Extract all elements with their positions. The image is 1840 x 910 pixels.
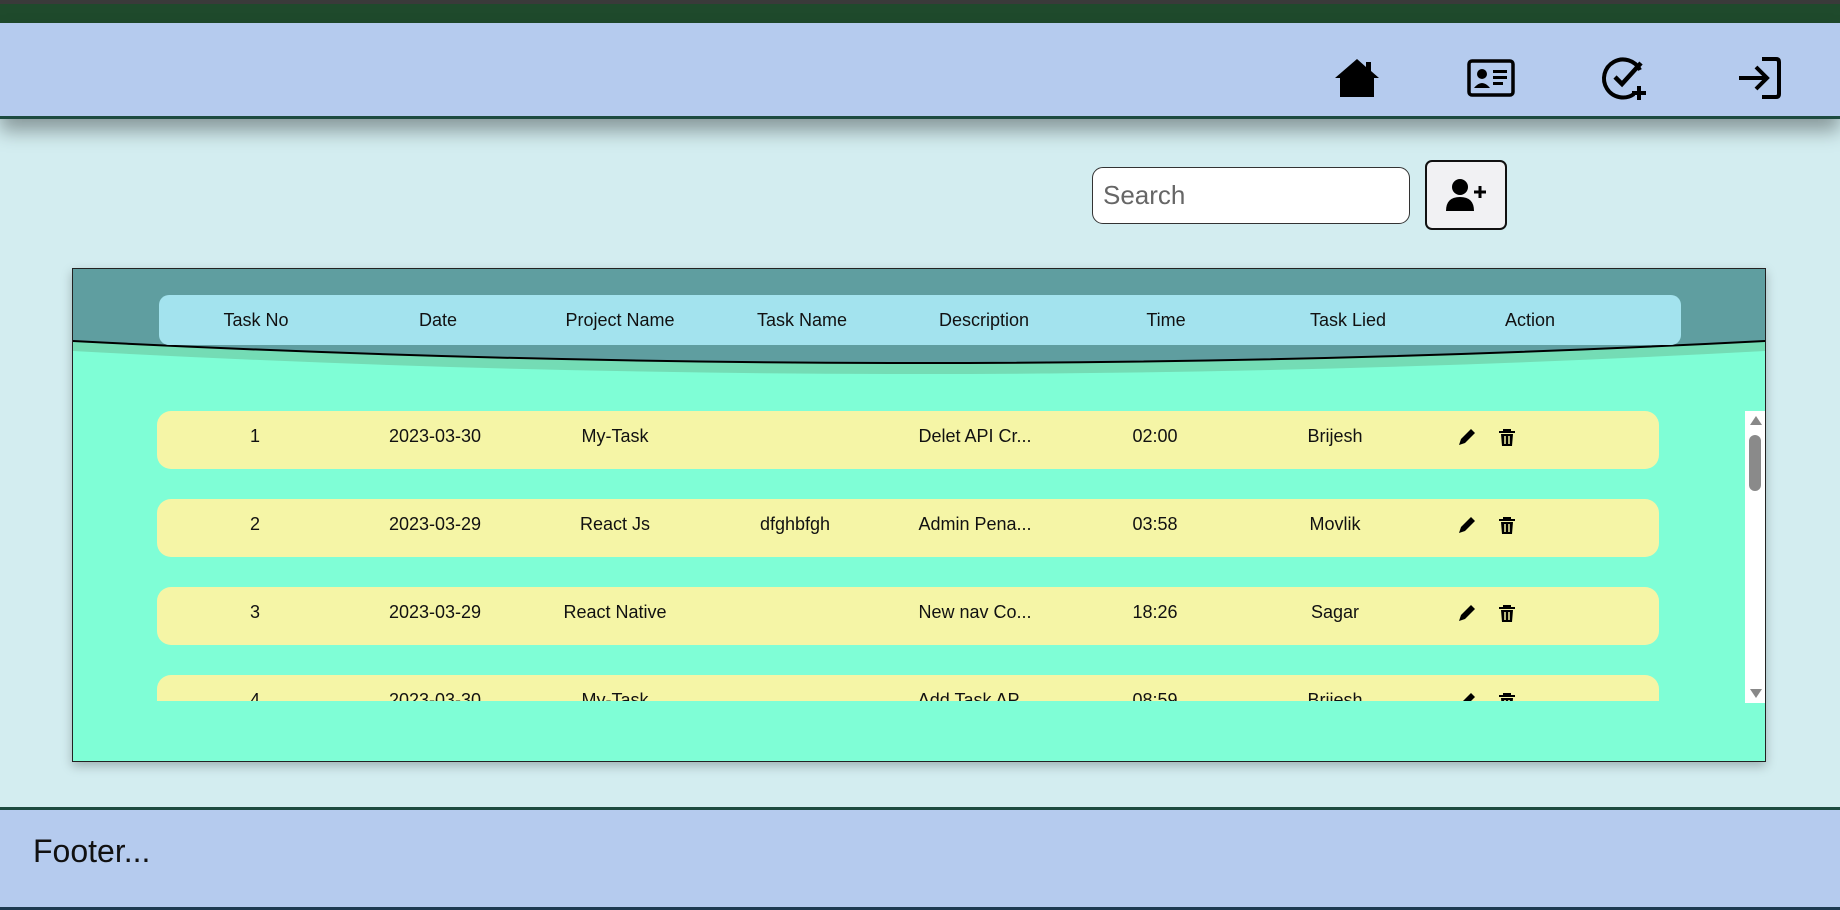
- edit-icon[interactable]: [1457, 603, 1477, 623]
- cell-date: 2023-03-30: [388, 690, 482, 701]
- column-header-description: Description: [938, 310, 1030, 330]
- cell-time: 08:59: [1132, 690, 1178, 701]
- footer-text: Footer...: [33, 833, 151, 869]
- column-header-date: Date: [418, 310, 458, 330]
- cell-task-name: [710, 675, 880, 701]
- cell-project-name: My-Task: [581, 690, 649, 701]
- cell-time: 03:58: [1132, 514, 1178, 534]
- scroll-down-arrow-icon[interactable]: [1750, 689, 1762, 698]
- cell-task-no: 3: [249, 602, 260, 622]
- scrollbar-thumb[interactable]: [1749, 435, 1761, 491]
- contact-card-icon[interactable]: [1466, 53, 1516, 103]
- table-row: 4 2023-03-30 My-Task Add Task AP... 08:5…: [157, 675, 1659, 701]
- login-icon[interactable]: [1734, 53, 1784, 103]
- column-header-action: Action: [1504, 310, 1556, 330]
- table-row: 3 2023-03-29 React Native New nav Co... …: [157, 587, 1659, 645]
- edit-icon[interactable]: [1457, 427, 1477, 447]
- cell-project-name: React Js: [579, 514, 651, 534]
- column-header-time: Time: [1146, 310, 1186, 330]
- table-row: 1 2023-03-30 My-Task Delet API Cr... 02:…: [157, 411, 1659, 469]
- window-top-strip: [0, 0, 1840, 23]
- footer: Footer...: [0, 807, 1840, 910]
- column-header-task-no: Task No: [223, 310, 289, 330]
- delete-icon[interactable]: [1497, 515, 1517, 535]
- cell-task-lead: Sagar: [1310, 602, 1360, 622]
- column-header-task-lead: Task Lied: [1309, 310, 1387, 330]
- cell-date: 2023-03-30: [388, 426, 482, 446]
- table-body: 1 2023-03-30 My-Task Delet API Cr... 02:…: [73, 409, 1747, 701]
- cell-task-lead: Brijesh: [1307, 690, 1363, 701]
- delete-icon[interactable]: [1497, 603, 1517, 623]
- table-scrollbar[interactable]: [1745, 411, 1765, 703]
- cell-description: New nav Co...: [918, 602, 1032, 622]
- user-plus-icon: [1446, 179, 1486, 211]
- cell-date: 2023-03-29: [388, 514, 482, 534]
- table-row: 2 2023-03-29 React Js dfghbfgh Admin Pen…: [157, 499, 1659, 557]
- cell-project-name: React Native: [563, 602, 667, 622]
- table-header-row: Task No Date Project Name Task Name Desc…: [159, 295, 1681, 345]
- cell-task-name: [710, 587, 880, 637]
- cell-task-no: 2: [249, 514, 260, 534]
- top-navbar: [0, 23, 1840, 119]
- cell-description: Add Task AP...: [917, 690, 1033, 701]
- edit-icon[interactable]: [1457, 515, 1477, 535]
- add-task-icon[interactable]: [1600, 53, 1650, 103]
- edit-icon[interactable]: [1457, 691, 1477, 701]
- task-table: Task No Date Project Name Task Name Desc…: [72, 268, 1766, 762]
- cell-task-name: dfghbfgh: [759, 514, 831, 534]
- scroll-up-arrow-icon[interactable]: [1750, 416, 1762, 425]
- cell-task-name: [710, 411, 880, 461]
- cell-task-lead: Brijesh: [1307, 426, 1363, 446]
- cell-task-lead: Movlik: [1309, 514, 1361, 534]
- search-input[interactable]: [1092, 167, 1410, 224]
- delete-icon[interactable]: [1497, 427, 1517, 447]
- column-header-task-name: Task Name: [756, 310, 848, 330]
- column-header-project-name: Project Name: [565, 310, 675, 330]
- cell-date: 2023-03-29: [388, 602, 482, 622]
- cell-task-no: 4: [249, 690, 260, 701]
- cell-description: Delet API Cr...: [918, 426, 1032, 446]
- cell-project-name: My-Task: [581, 426, 649, 446]
- cell-time: 02:00: [1132, 426, 1178, 446]
- cell-time: 18:26: [1132, 602, 1178, 622]
- delete-icon[interactable]: [1497, 691, 1517, 701]
- add-user-button[interactable]: [1425, 160, 1507, 230]
- cell-task-no: 1: [249, 426, 260, 446]
- cell-description: Admin Pena...: [918, 514, 1032, 534]
- home-icon[interactable]: [1332, 53, 1382, 103]
